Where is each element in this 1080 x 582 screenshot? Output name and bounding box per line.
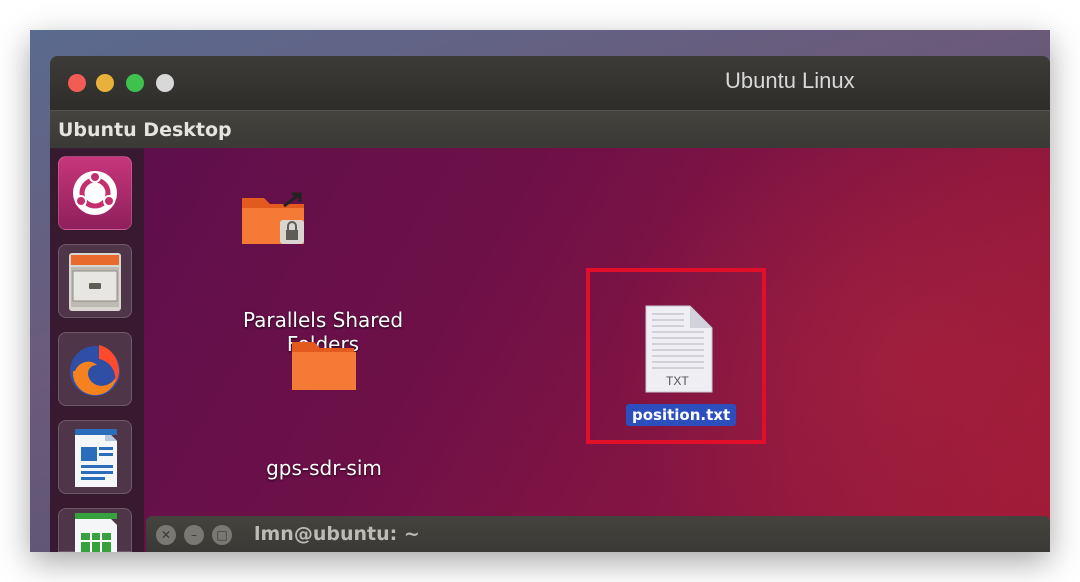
file-cabinet-icon: [69, 253, 121, 311]
launcher-item-calc[interactable]: [58, 508, 132, 552]
ubuntu-desktop: Parallels Shared Folders gps-sdr-sim TXT…: [144, 148, 1050, 552]
window-extra-button[interactable]: [156, 74, 174, 92]
desktop-item-parallels-shared-folders[interactable]: [240, 190, 308, 252]
desktop-item-position-txt[interactable]: TXT: [644, 304, 714, 398]
terminal-window-titlebar[interactable]: ✕ – □ lmn@ubuntu: ~: [146, 516, 1050, 552]
desktop-item-gps-sdr-sim[interactable]: [290, 336, 358, 396]
parallels-folder-label-line1: Parallels Shared: [242, 308, 404, 332]
spreadsheet-icon: [75, 513, 117, 552]
vm-window: Ubuntu Linux Ubuntu Desktop Parallels Sh…: [50, 56, 1050, 552]
ubuntu-menubar: Ubuntu Desktop: [50, 110, 1050, 149]
firefox-icon: [70, 345, 120, 396]
shared-folder-icon: [242, 192, 304, 244]
window-titlebar[interactable]: Ubuntu Linux: [50, 56, 1050, 110]
folder-icon: [292, 342, 356, 390]
gps-sdr-sim-label: gps-sdr-sim: [266, 456, 382, 480]
window-title: Ubuntu Linux: [725, 68, 855, 93]
maximize-window-button[interactable]: [126, 74, 144, 92]
launcher-item-dash[interactable]: [58, 156, 132, 230]
ubuntu-logo-icon: [73, 171, 117, 215]
unity-launcher: [50, 148, 145, 552]
close-window-button[interactable]: [68, 74, 86, 92]
position-txt-label: position.txt: [626, 404, 737, 426]
file-type-badge: TXT: [666, 374, 689, 388]
terminal-minimize-button[interactable]: –: [184, 525, 204, 545]
launcher-item-files[interactable]: [58, 244, 132, 318]
launcher-item-firefox[interactable]: [58, 332, 132, 406]
writer-document-icon: [75, 429, 117, 487]
menubar-title: Ubuntu Desktop: [58, 119, 232, 141]
launcher-item-writer[interactable]: [58, 420, 132, 494]
terminal-maximize-button[interactable]: □: [212, 525, 232, 545]
terminal-close-button[interactable]: ✕: [156, 525, 176, 545]
terminal-title: lmn@ubuntu: ~: [254, 523, 420, 545]
minimize-window-button[interactable]: [96, 74, 114, 92]
